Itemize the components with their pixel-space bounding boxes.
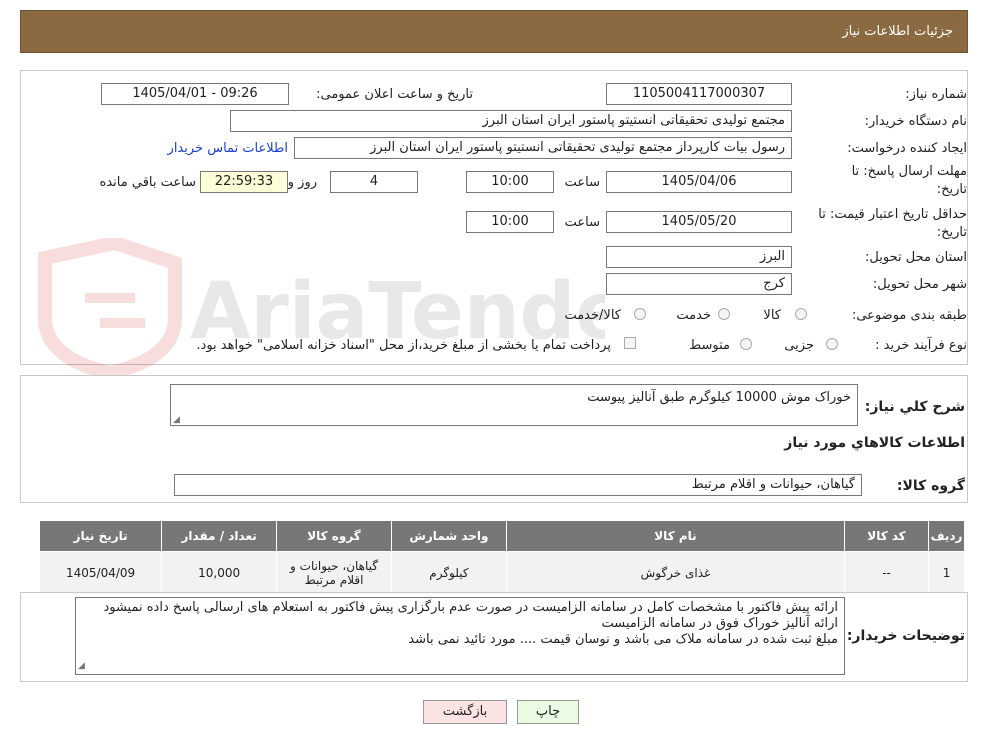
cell-code: -- [844, 551, 930, 595]
treasury-payment-checkbox[interactable] [624, 337, 636, 349]
validity-date-field: 1405/05/20 [606, 211, 792, 233]
deadline-time-label: ساعت [564, 175, 600, 190]
summary-text: خوراک موش 10000 کیلوگرم طبق آنالیز پیوست [587, 390, 851, 405]
cell-unit: کیلوگرم [390, 551, 507, 595]
category-option-service: خدمت [676, 308, 711, 323]
deadline-date-field: 1405/04/06 [606, 171, 792, 193]
remaining-label: ساعت باقي مانده [99, 175, 196, 190]
creator-field: رسول بیات کارپرداز مجتمع تولیدی تحقیقاتی… [294, 137, 792, 159]
resize-grip-icon: ◢ [78, 661, 85, 671]
buyer-note-line: ارائه پیش فاکتور با مشخصات کامل در سامان… [103, 600, 838, 615]
city-label: شهر محل تحویل: [872, 277, 967, 292]
buyer-note-line: مبلغ ثبت شده در سامانه ملاک می باشد و نو… [408, 632, 838, 647]
buyer-notes-label: توضیحات خریدار: [846, 628, 965, 644]
col-group: گروه کالا [276, 520, 392, 552]
process-option-medium: متوسط [689, 338, 730, 353]
need-number-label: شماره نیاز: [905, 87, 967, 102]
goods-group-label: گروه کالا: [896, 478, 965, 494]
back-button[interactable]: بازگشت [423, 700, 507, 724]
page-header: جزئیات اطلاعات نیاز [20, 10, 968, 53]
resize-grip-icon: ◢ [173, 415, 180, 425]
category-label: طبقه بندی موضوعی: [851, 308, 967, 323]
remaining-time-field: 22:59:33 [200, 171, 288, 193]
category-radio-goods-service[interactable] [634, 308, 646, 320]
buyer-field: مجتمع تولیدی تحقیقاتی انستیتو پاستور ایر… [230, 110, 792, 132]
announce-label: تاریخ و ساعت اعلان عمومی: [316, 87, 473, 102]
deadline-label-2: تاریخ: [936, 182, 967, 197]
category-option-goods: کالا [763, 308, 781, 323]
validity-label: حداقل تاریخ اعتبار قیمت: تا [818, 207, 967, 222]
buyer-note-line: ارائه آنالیز خوراک فوق در سامانه الزامیس… [601, 616, 838, 631]
cell-name: غذای خرگوش [505, 551, 846, 595]
category-radio-goods[interactable] [795, 308, 807, 320]
col-name: نام کالا [505, 520, 846, 552]
goods-info-title: اطلاعات کالاهاي مورد نياز [784, 435, 965, 451]
col-date: تاریخ نیاز [38, 520, 163, 552]
cell-group: گیاهان، حیوانات و اقلام مرتبط [276, 551, 392, 595]
goods-table-container: رديف کد کالا نام کالا واحد شمارش گروه کا… [38, 520, 965, 595]
creator-label: ایجاد کننده درخواست: [847, 141, 967, 156]
table-header-row: رديف کد کالا نام کالا واحد شمارش گروه کا… [38, 520, 965, 552]
buyer-notes-textarea: ارائه پیش فاکتور با مشخصات کامل در سامان… [75, 597, 845, 675]
need-number-field: 1105004117000307 [606, 83, 792, 105]
buyer-contact-link[interactable]: اطلاعات تماس خریدار [168, 141, 288, 156]
summary-textarea: خوراک موش 10000 کیلوگرم طبق آنالیز پیوست… [170, 384, 858, 426]
validity-time-field: 10:00 [466, 211, 554, 233]
process-radio-medium[interactable] [740, 338, 752, 350]
col-qty: تعداد / مقدار [161, 520, 278, 552]
category-option-goods-service: کالا/خدمت [564, 308, 621, 323]
validity-label-2: تاریخ: [936, 225, 967, 240]
process-radio-minor[interactable] [826, 338, 838, 350]
province-label: استان محل تحویل: [865, 250, 967, 265]
announce-field: 1405/04/01 - 09:26 [101, 83, 289, 105]
goods-table: رديف کد کالا نام کالا واحد شمارش گروه کا… [38, 520, 965, 595]
deadline-label: مهلت ارسال پاسخ: تا [851, 164, 967, 179]
print-button[interactable]: چاپ [517, 700, 579, 724]
table-row: 1 -- غذای خرگوش کیلوگرم گیاهان، حیوانات … [38, 551, 965, 595]
city-field: کرج [606, 273, 792, 295]
deadline-time-field: 10:00 [466, 171, 554, 193]
buyer-label: نام دستگاه خریدار: [864, 114, 967, 129]
validity-time-label: ساعت [564, 215, 600, 230]
goods-group-field: گیاهان، حیوانات و اقلام مرتبط [174, 474, 862, 496]
col-unit: واحد شمارش [390, 520, 507, 552]
summary-label: شرح کلي نياز: [864, 399, 965, 415]
days-label: روز و [287, 175, 317, 190]
col-code: کد کالا [844, 520, 930, 552]
page-title: جزئیات اطلاعات نیاز [842, 24, 953, 39]
cell-qty: 10,000 [161, 551, 278, 595]
days-field: 4 [330, 171, 418, 193]
treasury-payment-note: پرداخت تمام یا بخشی از مبلغ خرید،از محل … [196, 338, 611, 353]
province-field: البرز [606, 246, 792, 268]
process-option-minor: جزیی [784, 338, 814, 353]
col-row: رديف [928, 520, 965, 552]
cell-row: 1 [928, 551, 965, 595]
category-radio-service[interactable] [718, 308, 730, 320]
cell-date: 1405/04/09 [38, 551, 163, 595]
process-label: نوع فرآیند خرید : [875, 338, 967, 353]
